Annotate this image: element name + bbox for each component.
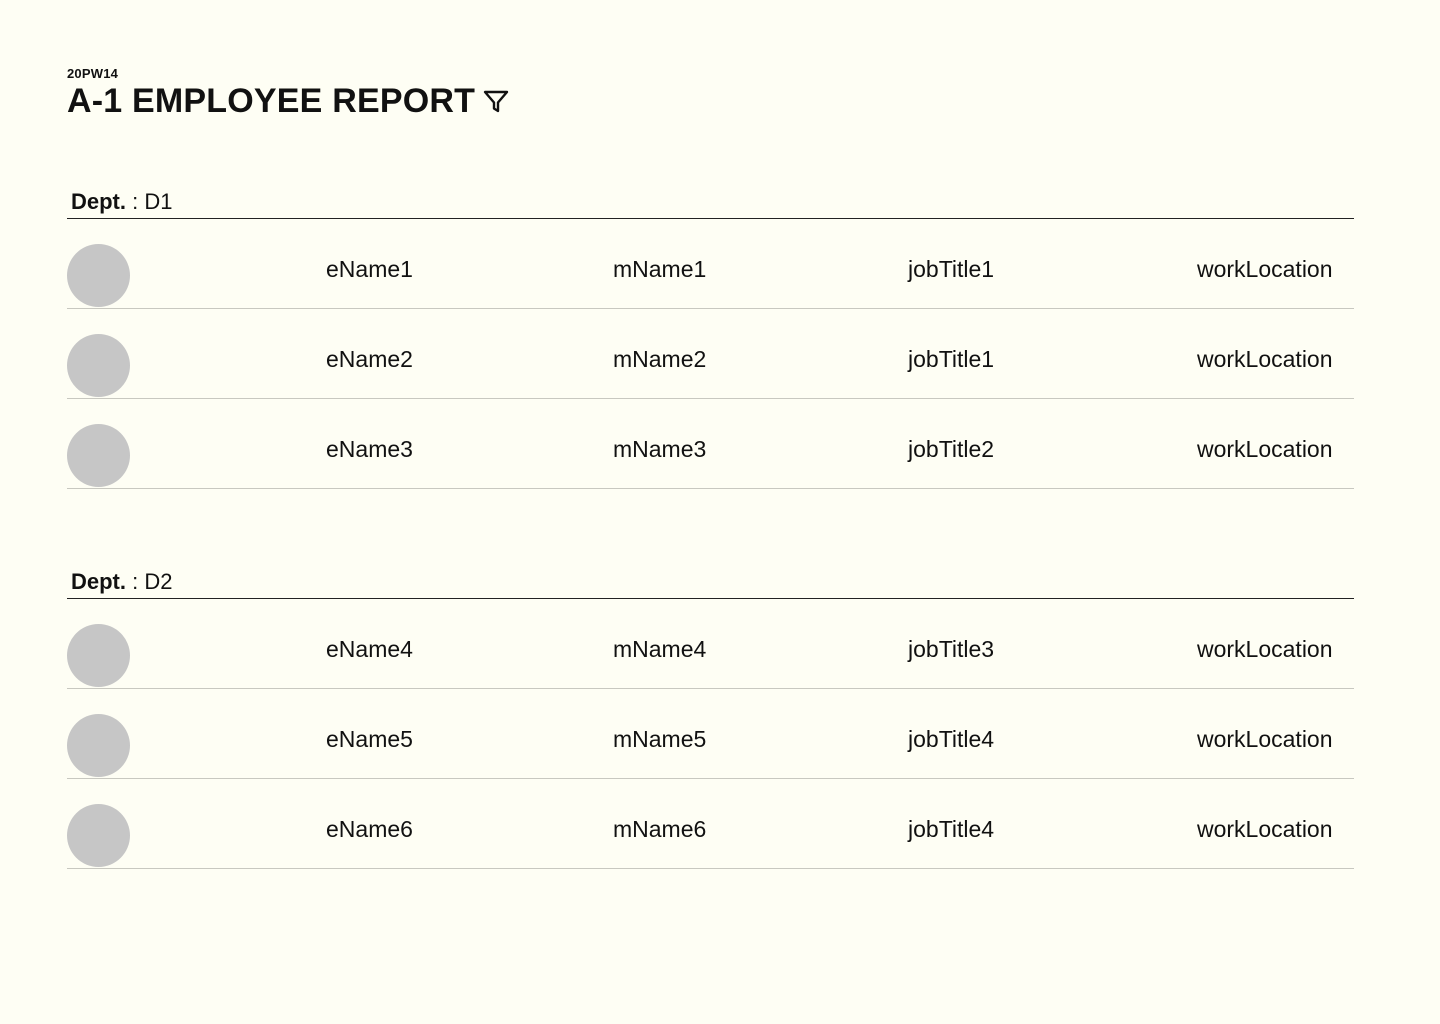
avatar: [67, 244, 130, 307]
manager-name: mName5: [613, 726, 707, 752]
work-location: workLocation: [1197, 726, 1333, 752]
filter-icon[interactable]: [481, 86, 511, 116]
employee-name: eName5: [326, 726, 413, 752]
job-title: jobTitle1: [908, 346, 995, 372]
employee-row[interactable]: eName3 mName3 jobTitle2 workLocation: [67, 399, 1354, 489]
manager-name: mName6: [613, 816, 707, 842]
avatar: [67, 804, 130, 867]
manager-name: mName3: [613, 436, 707, 462]
department-label: Dept.: [71, 569, 126, 594]
report-code: 20PW14: [67, 66, 119, 81]
job-title: jobTitle1: [908, 256, 995, 282]
job-title: jobTitle2: [908, 436, 995, 462]
manager-name: mName2: [613, 346, 707, 372]
department-header: Dept. : D1: [67, 187, 1354, 219]
work-location: workLocation: [1197, 436, 1333, 462]
employee-row[interactable]: eName5 mName5 jobTitle4 workLocation: [67, 689, 1354, 779]
employee-row[interactable]: eName1 mName1 jobTitle1 workLocation: [67, 219, 1354, 309]
work-location: workLocation: [1197, 816, 1333, 842]
avatar: [67, 334, 130, 397]
employee-row[interactable]: eName2 mName2 jobTitle1 workLocation: [67, 309, 1354, 399]
manager-name: mName4: [613, 636, 707, 662]
job-title: jobTitle3: [908, 636, 995, 662]
page-title: A-1 EMPLOYEE REPORT: [67, 82, 476, 120]
employee-name: eName1: [326, 256, 413, 282]
employee-name: eName6: [326, 816, 413, 842]
employee-row[interactable]: eName4 mName4 jobTitle3 workLocation: [67, 599, 1354, 689]
report-header: 20PW14 A-1 EMPLOYEE REPORT: [67, 66, 511, 121]
employee-row[interactable]: eName6 mName6 jobTitle4 workLocation: [67, 779, 1354, 869]
avatar: [67, 714, 130, 777]
department-section-d2: Dept. : D2 eName4 mName4 jobTitle3 workL…: [67, 567, 1354, 869]
department-header: Dept. : D2: [67, 567, 1354, 599]
department-separator: :: [126, 569, 145, 594]
work-location: workLocation: [1197, 636, 1333, 662]
manager-name: mName1: [613, 256, 707, 282]
department-section-d1: Dept. : D1 eName1 mName1 jobTitle1 workL…: [67, 187, 1354, 489]
department-name: D2: [144, 569, 173, 594]
employee-name: eName3: [326, 436, 413, 462]
employee-name: eName2: [326, 346, 413, 372]
job-title: jobTitle4: [908, 726, 995, 752]
work-location: workLocation: [1197, 256, 1333, 282]
work-location: workLocation: [1197, 346, 1333, 372]
title-row: A-1 EMPLOYEE REPORT: [67, 81, 511, 121]
department-label: Dept.: [71, 189, 126, 214]
department-name: D1: [144, 189, 173, 214]
avatar: [67, 424, 130, 487]
avatar: [67, 624, 130, 687]
employee-name: eName4: [326, 636, 413, 662]
department-separator: :: [126, 189, 145, 214]
job-title: jobTitle4: [908, 816, 995, 842]
